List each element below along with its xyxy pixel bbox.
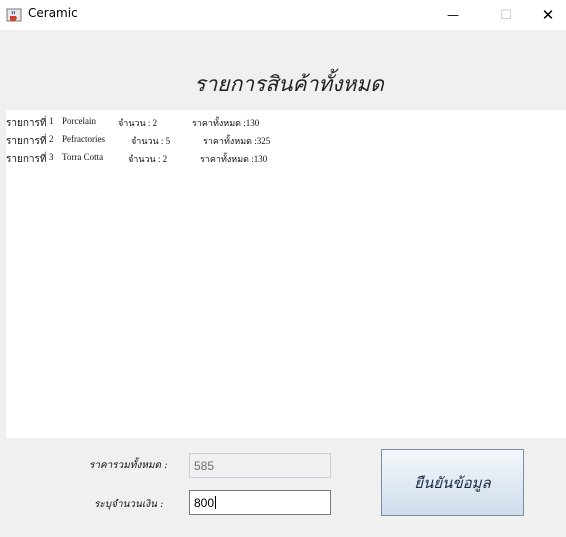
total-price-label: ราคารวมทั้งหมด :: [89, 460, 168, 471]
page-title: รายการสินค้าทั้งหมด: [194, 72, 384, 96]
total-price-field: 585: [189, 453, 331, 478]
item-name: Pefractories: [62, 134, 105, 144]
amount-label: ระบุจำนวนเงิน :: [94, 499, 164, 510]
item-number: 1: [49, 116, 54, 126]
item-label: รายการที่: [6, 118, 47, 129]
close-icon: ✕: [541, 6, 555, 24]
item-name: Porcelain: [62, 116, 96, 126]
java-cup-icon: [6, 8, 22, 22]
item-total: ราคาทั้งหมด :130: [192, 118, 260, 128]
amount-input[interactable]: 800: [189, 490, 331, 515]
close-button[interactable]: ✕: [530, 0, 566, 30]
item-quantity: จำนวน : 2: [128, 154, 168, 164]
item-name: Torra Cotta: [62, 152, 104, 162]
total-price-value: 585: [194, 458, 215, 473]
item-total: ราคาทั้งหมด :325: [203, 136, 271, 146]
text-caret: [215, 496, 217, 509]
item-total: ราคาทั้งหมด :130: [200, 154, 268, 164]
maximize-icon: ☐: [500, 7, 512, 23]
amount-value: 800: [194, 495, 215, 510]
item-number: 2: [49, 134, 54, 144]
confirm-button-label: ยืนยันข้อมูล: [414, 473, 491, 492]
title-bar: Ceramic — ☐ ✕: [0, 0, 566, 30]
item-list: รายการที่ 1 Porcelain จำนวน : 2 ราคาทั้ง…: [6, 110, 566, 438]
item-quantity: จำนวน : 5: [131, 136, 171, 146]
item-label: รายการที่: [6, 136, 47, 147]
item-label: รายการที่: [6, 154, 47, 165]
item-number: 3: [49, 152, 54, 162]
minimize-button[interactable]: —: [430, 0, 476, 30]
minimize-icon: —: [447, 8, 459, 22]
confirm-button[interactable]: ยืนยันข้อมูล: [381, 449, 524, 516]
maximize-button[interactable]: ☐: [483, 0, 529, 30]
item-quantity: จำนวน : 2: [118, 118, 158, 128]
window-title: Ceramic: [28, 6, 78, 20]
